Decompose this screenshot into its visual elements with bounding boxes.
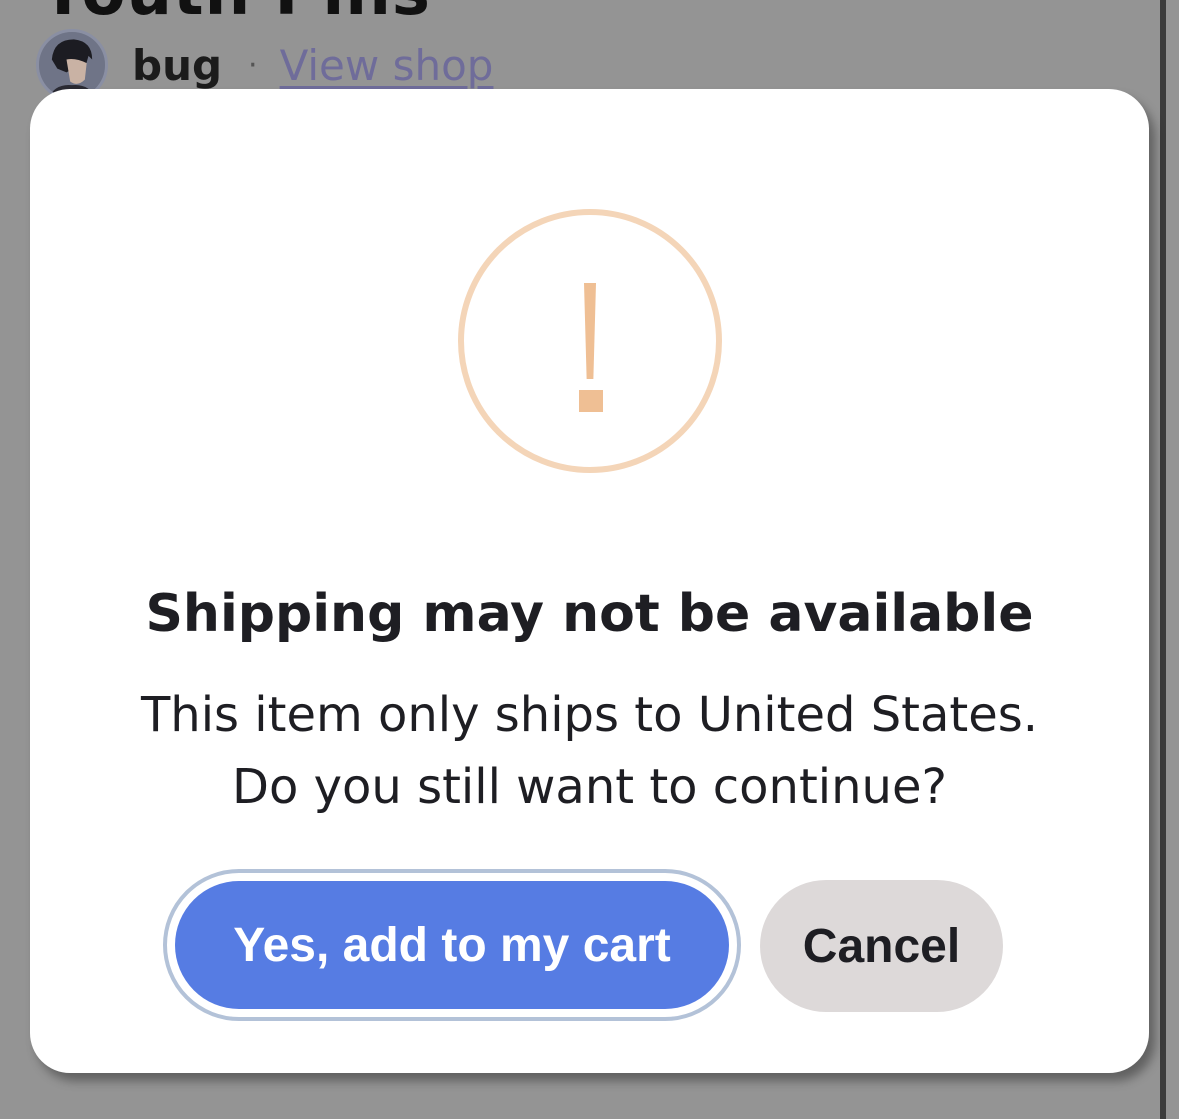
separator-dot: · bbox=[248, 47, 258, 83]
product-title: Youth Pins bbox=[40, 0, 431, 30]
scrollbar bbox=[1160, 0, 1166, 1119]
dialog-message: This item only ships to United States. D… bbox=[30, 679, 1149, 823]
view-shop-link[interactable]: View shop bbox=[280, 41, 494, 90]
seller-name[interactable]: bug bbox=[132, 41, 222, 90]
exclamation-dot bbox=[579, 390, 603, 412]
dialog-message-line-2: Do you still want to continue? bbox=[232, 759, 947, 815]
page: Youth Pins bug · View shop Shipping may … bbox=[0, 0, 1179, 1119]
cancel-button[interactable]: Cancel bbox=[760, 880, 1003, 1012]
add-to-cart-button[interactable]: Yes, add to my cart bbox=[175, 881, 729, 1009]
dialog-message-line-1: This item only ships to United States. bbox=[140, 687, 1039, 743]
exclamation-circle-icon bbox=[458, 209, 722, 473]
dialog-title: Shipping may not be available bbox=[145, 584, 1034, 644]
exclamation-bar bbox=[584, 283, 596, 379]
shipping-warning-dialog: Shipping may not be available This item … bbox=[30, 89, 1149, 1073]
